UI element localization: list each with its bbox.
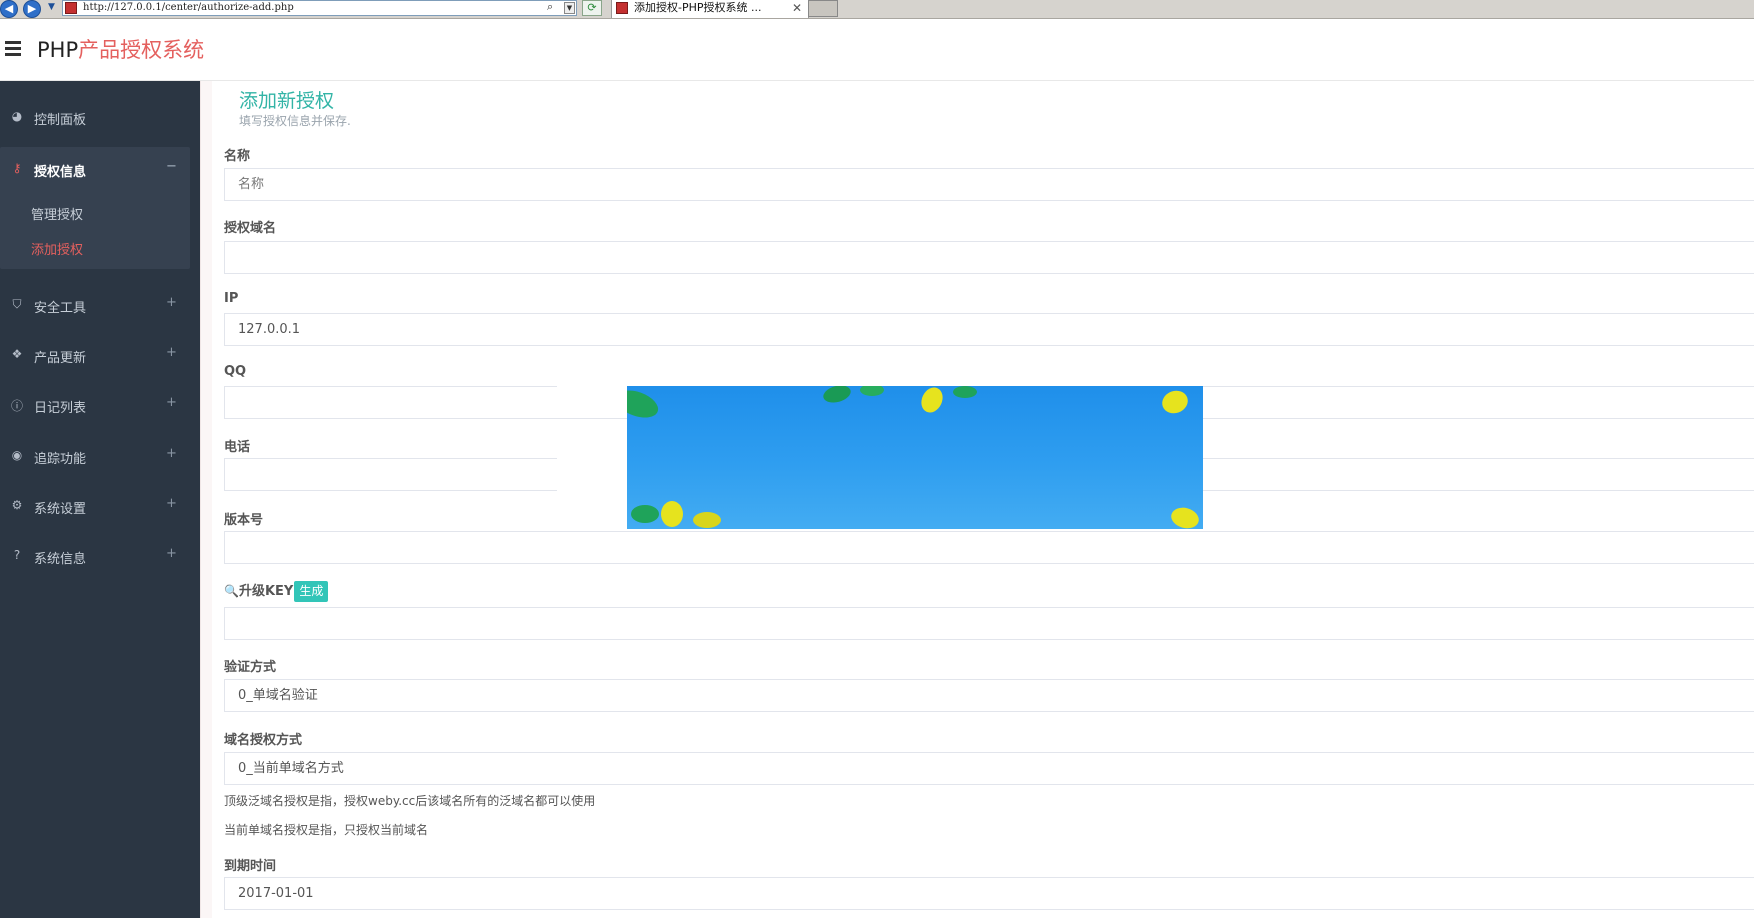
app-header: PHP产品授权系统 (0, 19, 1754, 81)
sidebar-item-label: 追踪功能 (34, 452, 87, 467)
domain-mode-select[interactable]: 0_当前单域名方式 (224, 752, 1754, 785)
browser-tab[interactable]: 添加授权-PHP授权系统 ... ✕ (611, 0, 809, 18)
version-input[interactable] (224, 531, 1754, 564)
tab-title: 添加授权-PHP授权系统 ... (634, 1, 762, 14)
tags-icon: ❖ (11, 347, 23, 361)
tab-close-icon[interactable]: ✕ (792, 0, 802, 16)
question-icon: ? (13, 548, 21, 562)
verify-method-select[interactable]: 0_单域名验证 (224, 679, 1754, 712)
sidebar-item-dashboard[interactable]: ◕ 控制面板 (0, 95, 190, 141)
content-divider (200, 81, 212, 918)
sidebar-item-logs[interactable]: ⓘ 日记列表 + (0, 383, 190, 429)
upgrade-key-label: 🔍升级KEY 生成 (224, 580, 329, 602)
shield-icon: ⛉ (12, 297, 22, 311)
site-favicon-icon (65, 2, 77, 14)
brand-name: 产品授权系统 (78, 38, 205, 62)
page-title: 添加新授权 (239, 90, 335, 112)
domain-label: 授权域名 (224, 221, 277, 236)
history-dropdown-icon[interactable]: ▼ (48, 2, 55, 12)
address-url[interactable]: http://127.0.0.1/center/authorize-add.ph… (83, 1, 294, 15)
sidebar-item-label: 控制面板 (34, 113, 87, 128)
expand-icon[interactable]: + (166, 345, 177, 360)
expand-icon[interactable]: + (166, 496, 177, 511)
expand-icon[interactable]: + (166, 546, 177, 561)
phone-label: 电话 (224, 440, 251, 455)
address-bar[interactable]: http://127.0.0.1/center/authorize-add.ph… (62, 0, 577, 16)
target-icon: ◉ (11, 448, 23, 462)
search-icon[interactable]: ⌕ (547, 0, 553, 14)
refresh-icon[interactable]: ⟳ (582, 0, 602, 16)
name-input[interactable]: 名称 (224, 168, 1754, 201)
ip-input[interactable]: 127.0.0.1 (224, 313, 1754, 346)
sidebar-item-label: 系统信息 (34, 552, 87, 567)
info-icon: ⓘ (10, 399, 23, 413)
help-text-wildcard: 顶级泛域名授权是指，授权weby.cc后该域名所有的泛域名都可以使用 (224, 794, 596, 808)
expire-input[interactable]: 2017-01-01 (224, 877, 1754, 910)
overlay-mask (557, 386, 627, 418)
tab-favicon-icon (616, 2, 628, 14)
key-search-icon: 🔍 (224, 584, 239, 598)
sidebar-item-label: 系统设置 (34, 502, 87, 517)
overlay-image (627, 386, 1203, 529)
sidebar: ◕ 控制面板 ⚷ 授权信息 − 管理授权 添加授权 ⛉ 安全工具 + ❖ 产品更… (0, 81, 200, 918)
key-icon: ⚷ (12, 161, 22, 175)
sidebar-group-authorization: ⚷ 授权信息 − 管理授权 添加授权 (0, 147, 190, 269)
sidebar-subitem-add[interactable]: 添加授权 (31, 239, 83, 258)
hamburger-menu-icon[interactable] (5, 41, 21, 56)
sidebar-item-label: 产品更新 (34, 351, 87, 366)
expire-label: 到期时间 (224, 859, 277, 874)
brand-logo[interactable]: PHP产品授权系统 (37, 37, 204, 63)
name-label: 名称 (224, 149, 251, 164)
sidebar-item-updates[interactable]: ❖ 产品更新 + (0, 333, 190, 379)
new-tab-button[interactable] (808, 0, 838, 17)
verify-method-label: 验证方式 (224, 660, 277, 675)
sidebar-item-security[interactable]: ⛉ 安全工具 + (0, 283, 190, 329)
domain-input[interactable] (224, 241, 1754, 274)
help-text-single: 当前单域名授权是指，只授权当前域名 (224, 823, 429, 837)
sidebar-item-authorization[interactable]: ⚷ 授权信息 − (0, 147, 190, 193)
collapse-icon[interactable]: − (166, 159, 177, 174)
dashboard-icon: ◕ (11, 109, 23, 123)
page-subtitle: 填写授权信息并保存. (239, 114, 351, 128)
upgrade-key-input[interactable] (224, 607, 1754, 640)
sidebar-item-sysinfo[interactable]: ? 系统信息 + (0, 534, 190, 580)
ip-label: IP (224, 291, 239, 306)
sidebar-subitem-manage[interactable]: 管理授权 (31, 204, 83, 223)
sidebar-item-label: 授权信息 (34, 165, 87, 180)
sidebar-item-settings[interactable]: ⚙ 系统设置 + (0, 484, 190, 530)
version-label: 版本号 (224, 513, 264, 528)
sidebar-item-label: 日记列表 (34, 401, 87, 416)
upgrade-key-text: 升级KEY (238, 584, 294, 599)
sidebar-item-label: 安全工具 (34, 301, 87, 316)
brand-php: PHP (37, 38, 79, 62)
qq-label: QQ (224, 364, 247, 379)
address-dropdown-icon[interactable]: ▼ (564, 2, 575, 14)
sidebar-item-tracking[interactable]: ◉ 追踪功能 + (0, 434, 190, 480)
leaves-illustration (627, 386, 1199, 529)
generate-key-button[interactable]: 生成 (294, 581, 329, 602)
back-icon[interactable]: ◀ (0, 0, 18, 18)
domain-mode-label: 域名授权方式 (224, 733, 303, 748)
expand-icon[interactable]: + (166, 295, 177, 310)
browser-toolbar: ◀ ▶ ▼ http://127.0.0.1/center/authorize-… (0, 0, 1754, 19)
expand-icon[interactable]: + (166, 395, 177, 410)
gears-icon: ⚙ (11, 498, 23, 512)
forward-icon[interactable]: ▶ (23, 0, 41, 18)
overlay-mask (557, 455, 627, 493)
expand-icon[interactable]: + (166, 446, 177, 461)
